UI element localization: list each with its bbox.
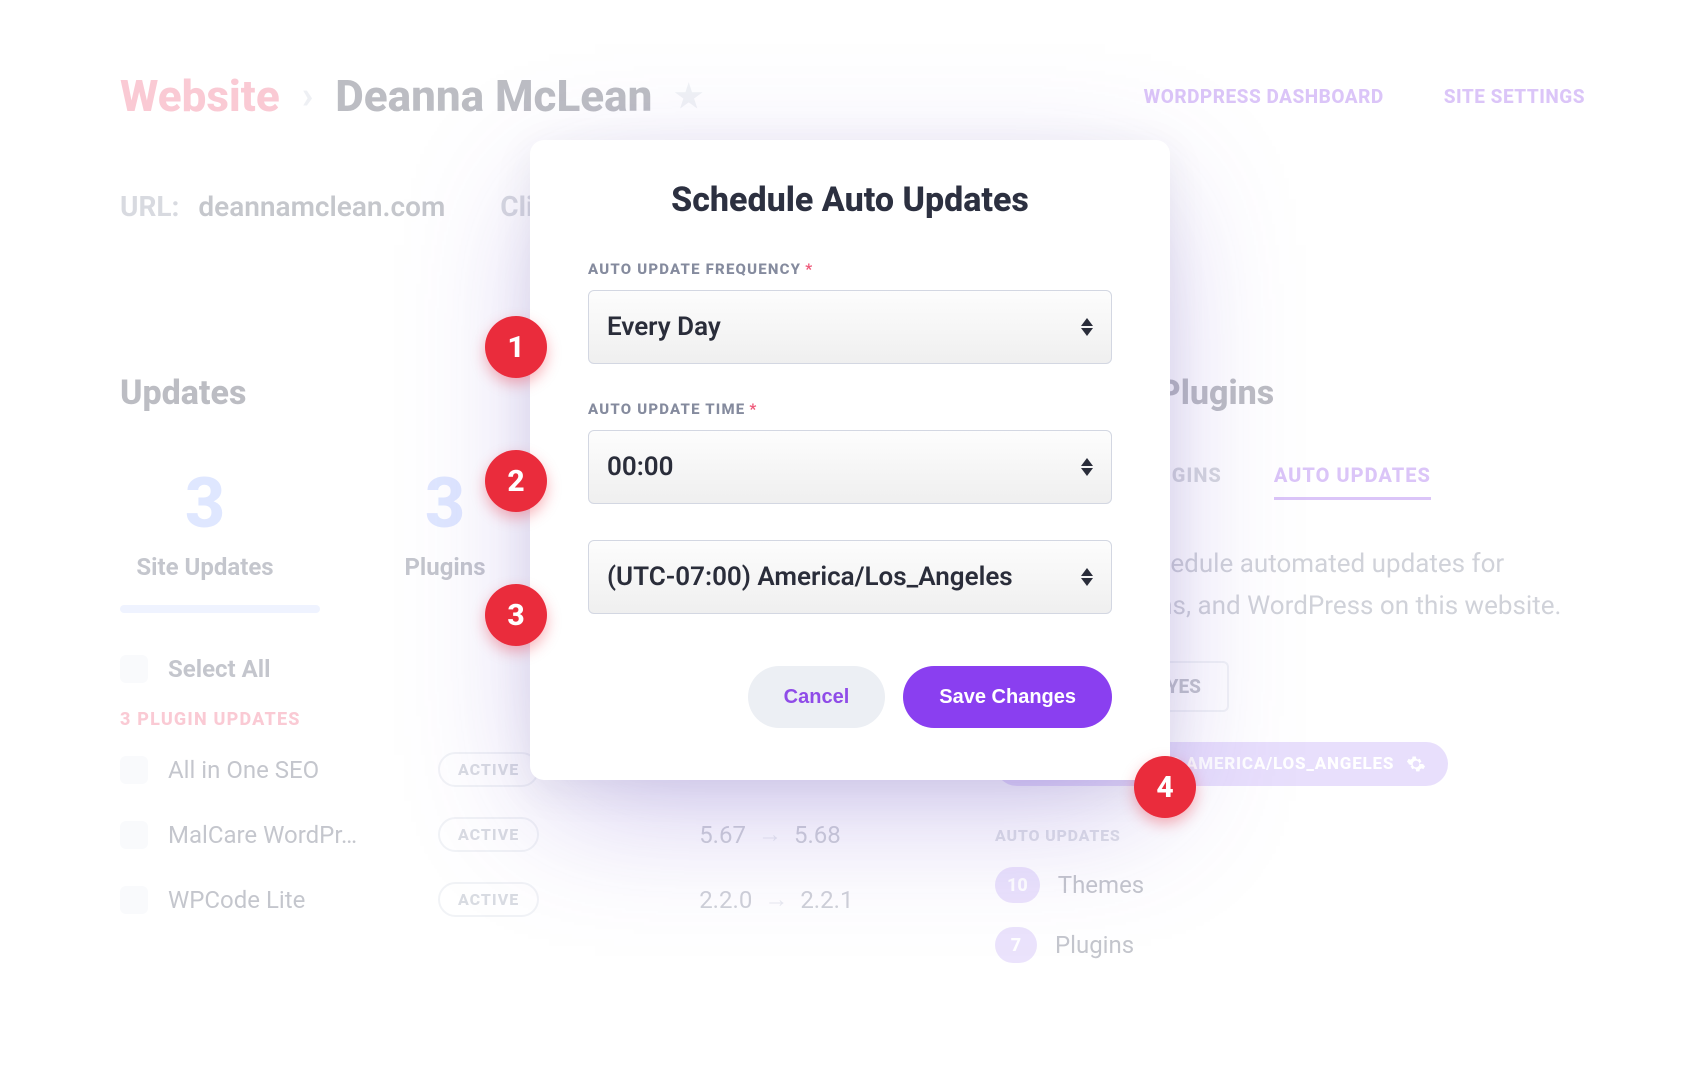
timezone-value: (UTC-07:00) America/Los_Angeles [607, 562, 1013, 592]
plugin-row[interactable]: WPCode Lite ACTIVE 2.2.0 → 2.2.1 [120, 882, 940, 917]
chevron-right-icon: › [302, 74, 314, 118]
select-caret-icon [1081, 318, 1093, 336]
auto-updates-sublabel: AUTO UPDATES [995, 826, 1585, 845]
modal-title: Schedule Auto Updates [588, 180, 1112, 220]
status-badge: ACTIVE [438, 752, 539, 787]
wordpress-dashboard-link[interactable]: WORDPRESS DASHBOARD [1144, 85, 1384, 108]
annotation-badge-2: 2 [485, 450, 547, 512]
count-badge: 7 [995, 927, 1037, 963]
themes-count-row[interactable]: 10 Themes [995, 867, 1585, 903]
arrow-right-icon: → [758, 820, 782, 849]
client-label: Cli [500, 190, 533, 223]
tab-auto-updates[interactable]: AUTO UPDATES [1274, 463, 1431, 500]
plugin-name: MalCare WordPr… [168, 821, 418, 849]
url-label: URL: [120, 190, 179, 223]
cancel-button[interactable]: Cancel [748, 666, 886, 728]
annotation-badge-4: 4 [1134, 756, 1196, 818]
status-badge: ACTIVE [438, 882, 539, 917]
version-change: 2.2.0 → 2.2.1 [699, 885, 853, 914]
stat-caption: Site Updates [120, 553, 290, 581]
checkbox-icon[interactable] [120, 655, 148, 683]
page-header: Website › Deanna McLean ★ WORDPRESS DASH… [120, 70, 1585, 122]
plugins-count-row[interactable]: 7 Plugins [995, 927, 1585, 963]
breadcrumb-root[interactable]: Website [120, 70, 280, 122]
gear-icon [1406, 754, 1426, 774]
time-label: AUTO UPDATE TIME* [588, 400, 1112, 418]
checkbox-icon[interactable] [120, 886, 148, 914]
version-change: 5.67 → 5.68 [699, 820, 841, 849]
time-value: 00:00 [607, 452, 674, 482]
frequency-select[interactable]: Every Day [588, 290, 1112, 364]
breadcrumb: Website › Deanna McLean ★ [120, 70, 703, 122]
status-badge: ACTIVE [438, 817, 539, 852]
count-label: Plugins [1055, 931, 1134, 959]
star-icon[interactable]: ★ [674, 77, 703, 115]
header-links: WORDPRESS DASHBOARD SITE SETTINGS [1144, 85, 1585, 108]
count-badge: 10 [995, 867, 1040, 903]
select-caret-icon [1081, 568, 1093, 586]
stat-num: 3 [120, 463, 290, 545]
frequency-label: AUTO UPDATE FREQUENCY* [588, 260, 1112, 278]
arrow-right-icon: → [764, 885, 788, 914]
schedule-auto-updates-modal: Schedule Auto Updates AUTO UPDATE FREQUE… [530, 140, 1170, 780]
time-select[interactable]: 00:00 [588, 430, 1112, 504]
plugin-name: WPCode Lite [168, 886, 418, 914]
active-tab-indicator [120, 605, 320, 613]
timezone-select[interactable]: (UTC-07:00) America/Los_Angeles [588, 540, 1112, 614]
site-settings-link[interactable]: SITE SETTINGS [1444, 85, 1585, 108]
checkbox-icon[interactable] [120, 756, 148, 784]
modal-actions: Cancel Save Changes [588, 666, 1112, 728]
plugin-name: All in One SEO [168, 756, 418, 784]
checkbox-icon[interactable] [120, 821, 148, 849]
stat-caption: Plugins [360, 553, 530, 581]
select-all-label: Select All [168, 655, 270, 683]
url-value: deannamclean.com [198, 190, 445, 223]
count-label: Themes [1058, 871, 1144, 899]
annotation-badge-3: 3 [485, 584, 547, 646]
annotation-badge-1: 1 [485, 316, 547, 378]
select-caret-icon [1081, 458, 1093, 476]
save-button[interactable]: Save Changes [903, 666, 1112, 728]
stat-site-updates[interactable]: 3 Site Updates [120, 463, 290, 613]
plugin-row[interactable]: MalCare WordPr… ACTIVE 5.67 → 5.68 [120, 817, 940, 852]
frequency-value: Every Day [607, 312, 721, 342]
breadcrumb-current: Deanna McLean [335, 70, 652, 122]
